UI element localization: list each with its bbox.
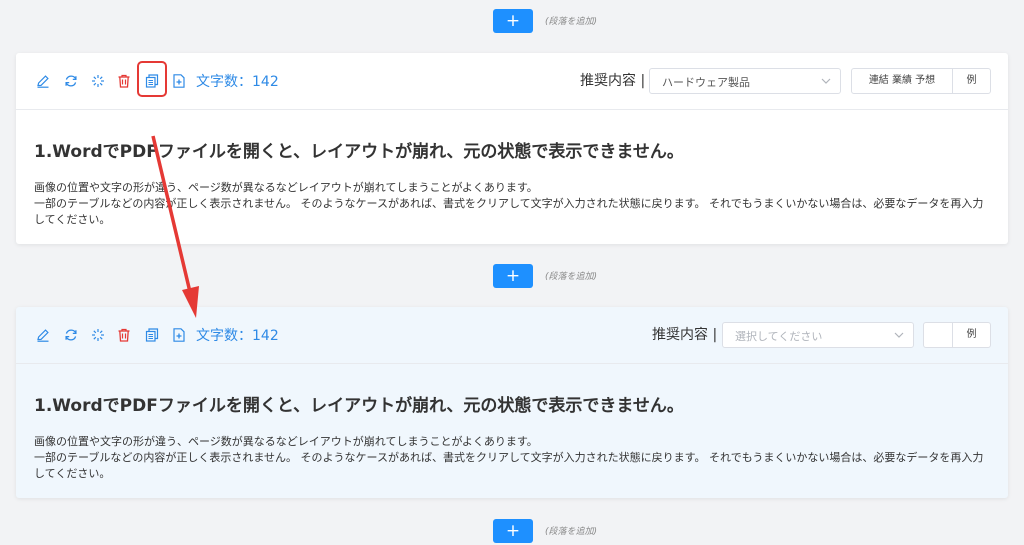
add-paragraph-button[interactable]: + bbox=[493, 264, 533, 288]
insert-icon[interactable] bbox=[170, 72, 188, 90]
keyword-button-group: 連結 業績 予想 例 bbox=[851, 68, 991, 94]
delete-icon[interactable] bbox=[115, 72, 133, 90]
paragraph-toolbar: 文字数：142 推奨内容 | 選択してください 例 bbox=[16, 307, 1008, 364]
recommend-label: 推奨内容 | bbox=[580, 73, 646, 89]
annotation-highlight-box bbox=[137, 61, 167, 97]
add-paragraph-button[interactable]: + bbox=[493, 519, 533, 543]
add-paragraph-hint: (段落を追加) bbox=[545, 272, 598, 282]
add-paragraph-hint: (段落を追加) bbox=[545, 17, 598, 27]
sparkle-icon[interactable] bbox=[89, 326, 107, 344]
word-count-label: 文字数： bbox=[196, 74, 252, 90]
paragraph-heading[interactable]: 1.WordでPDFファイルを開くと、レイアウトが崩れ、元の状態で表示できません… bbox=[34, 137, 990, 162]
recommend-select-placeholder: 選択してください bbox=[735, 330, 823, 343]
paragraph-body[interactable]: 画像の位置や文字の形が違う、ページ数が異なるなどレイアウトが崩れてしまうことがよ… bbox=[34, 180, 990, 228]
paragraph-body[interactable]: 画像の位置や文字の形が違う、ページ数が異なるなどレイアウトが崩れてしまうことがよ… bbox=[34, 434, 990, 482]
word-count-value: 142 bbox=[252, 328, 279, 344]
word-count-label: 文字数： bbox=[196, 328, 252, 344]
keywords-button[interactable] bbox=[924, 323, 952, 347]
add-paragraph-row: + (段落を追加) bbox=[0, 9, 1024, 33]
refresh-icon[interactable] bbox=[62, 72, 80, 90]
keywords-button[interactable]: 連結 業績 予想 bbox=[852, 69, 952, 93]
add-paragraph-row: + (段落を追加) bbox=[0, 519, 1024, 543]
add-paragraph-button[interactable]: + bbox=[493, 9, 533, 33]
add-paragraph-hint: (段落を追加) bbox=[545, 527, 598, 537]
edit-icon[interactable] bbox=[34, 72, 52, 90]
sparkle-icon[interactable] bbox=[89, 72, 107, 90]
word-count: 文字数：142 bbox=[196, 71, 279, 91]
refresh-icon[interactable] bbox=[62, 326, 80, 344]
word-count: 文字数：142 bbox=[196, 325, 279, 345]
recommend-select-value: ハードウェア製品 bbox=[662, 76, 750, 89]
example-button[interactable]: 例 bbox=[952, 69, 990, 93]
keyword-button-group: 例 bbox=[923, 322, 991, 348]
chevron-down-icon bbox=[894, 332, 904, 338]
edit-icon[interactable] bbox=[34, 326, 52, 344]
paragraph-content: 1.WordでPDFファイルを開くと、レイアウトが崩れ、元の状態で表示できません… bbox=[16, 110, 1008, 242]
chevron-down-icon bbox=[821, 78, 831, 84]
add-paragraph-row: + (段落を追加) bbox=[0, 264, 1024, 288]
paragraph-content: 1.WordでPDFファイルを開くと、レイアウトが崩れ、元の状態で表示できません… bbox=[16, 364, 1008, 496]
delete-icon[interactable] bbox=[115, 326, 133, 344]
paragraph-heading[interactable]: 1.WordでPDFファイルを開くと、レイアウトが崩れ、元の状態で表示できません… bbox=[34, 391, 990, 416]
recommend-select[interactable]: 選択してください bbox=[722, 322, 914, 348]
word-count-value: 142 bbox=[252, 74, 279, 90]
recommend-label: 推奨内容 | bbox=[652, 327, 718, 343]
copy-icon[interactable] bbox=[143, 326, 161, 344]
paragraph-card-2: 文字数：142 推奨内容 | 選択してください 例 1.WordでPDFファイル… bbox=[16, 307, 1008, 498]
insert-icon[interactable] bbox=[170, 326, 188, 344]
example-button[interactable]: 例 bbox=[952, 323, 990, 347]
recommend-select[interactable]: ハードウェア製品 bbox=[649, 68, 841, 94]
